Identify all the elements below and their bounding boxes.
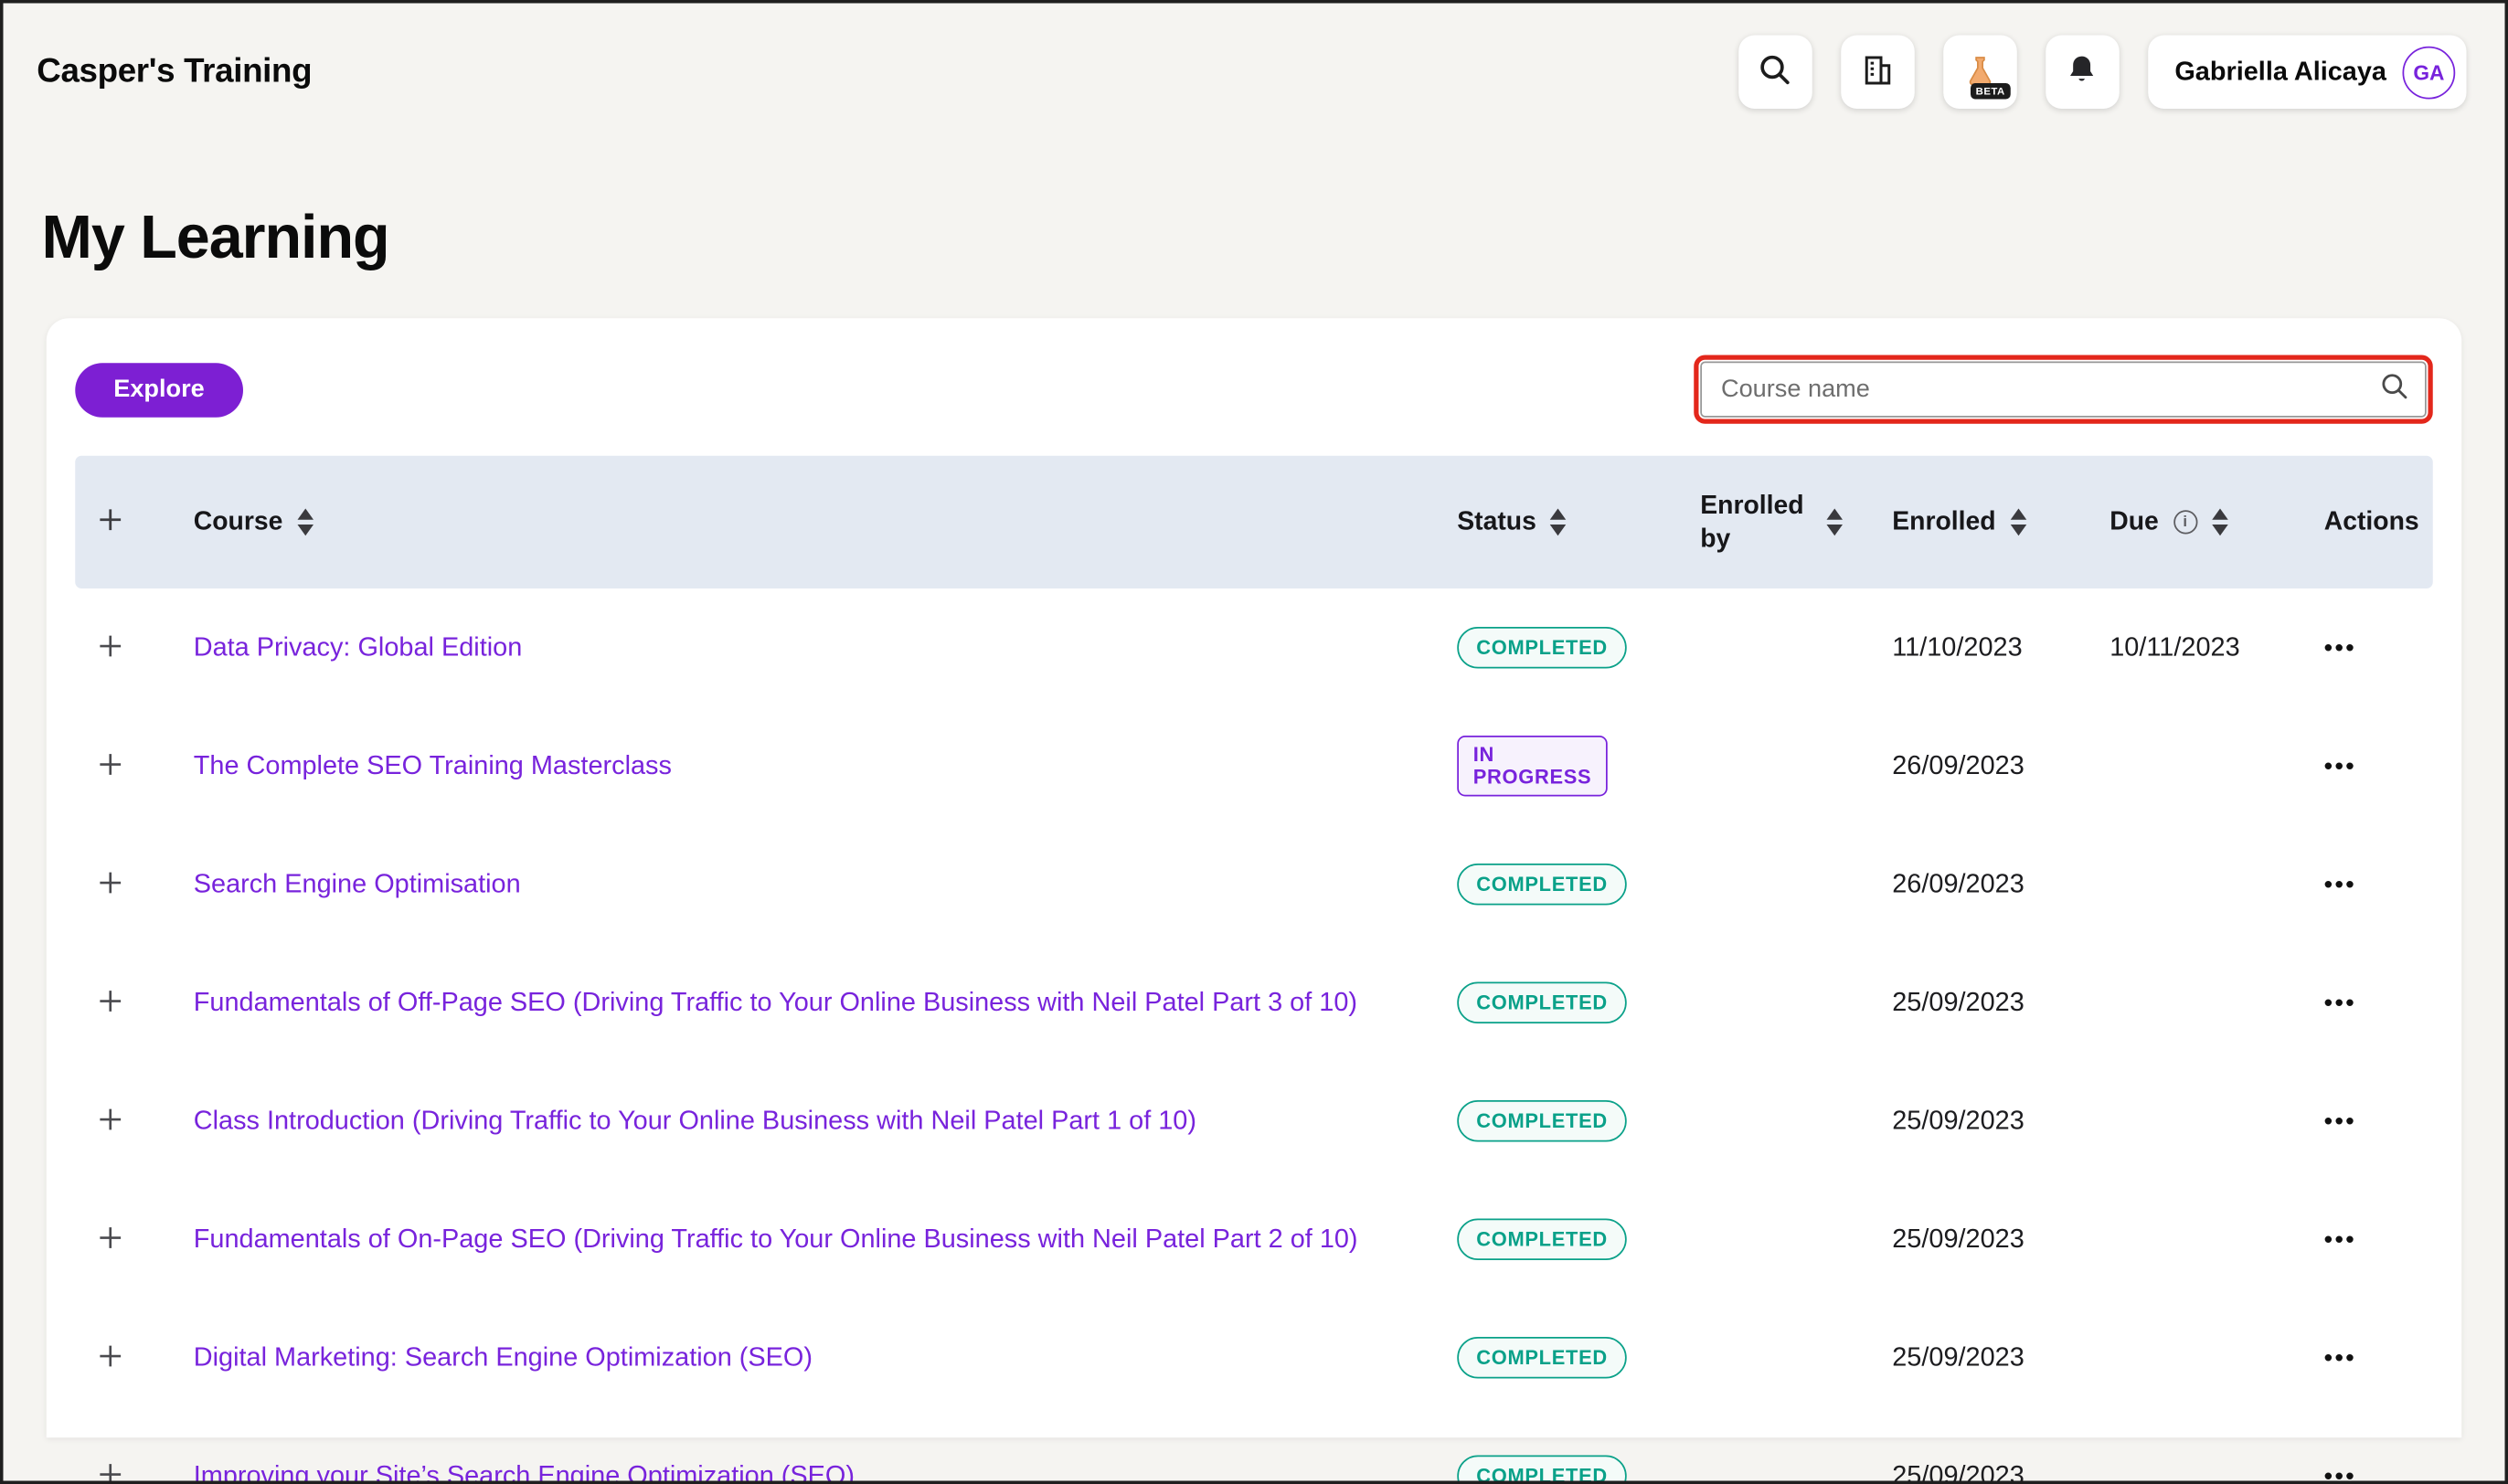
notifications-button[interactable] (2046, 36, 2120, 110)
organization-building-icon (1860, 52, 1896, 92)
row-actions-button[interactable]: ••• (2324, 1108, 2356, 1135)
status-badge: COMPLETED (1457, 864, 1627, 906)
course-link[interactable]: Search Engine Optimisation (194, 869, 521, 898)
table-body: Data Privacy: Global Edition COMPLETED 1… (75, 588, 2433, 1484)
avatar: GA (2403, 46, 2456, 99)
sort-status[interactable] (1551, 509, 1568, 536)
course-link[interactable]: Fundamentals of Off-Page SEO (Driving Tr… (194, 988, 1357, 1017)
expand-row-button[interactable] (94, 747, 126, 784)
course-link[interactable]: Data Privacy: Global Edition (194, 632, 523, 662)
expand-row-button[interactable] (94, 1103, 126, 1140)
column-header-actions: Actions (2324, 507, 2419, 537)
course-link[interactable]: Digital Marketing: Search Engine Optimiz… (194, 1342, 813, 1372)
status-badge: COMPLETED (1457, 627, 1627, 669)
status-badge: COMPLETED (1457, 1337, 1627, 1379)
enrolled-date: 26/09/2023 (1870, 751, 2088, 781)
expand-row-button[interactable] (94, 866, 126, 903)
expand-row-button[interactable] (94, 1340, 126, 1376)
expand-row-button[interactable] (94, 1221, 126, 1257)
topbar-actions: BETA Gabriella Alicaya GA (1709, 36, 2466, 110)
plus-icon (98, 507, 123, 537)
expand-row-button[interactable] (94, 1458, 126, 1484)
row-actions-button[interactable]: ••• (2324, 1225, 2356, 1253)
my-learning-card: Explore Course Sta (47, 318, 2462, 1437)
expand-row-button[interactable] (94, 984, 126, 1021)
column-header-course: Course (194, 507, 283, 537)
course-link[interactable]: Improving your Site’s Search Engine Opti… (194, 1461, 855, 1484)
due-info-icon[interactable]: i (2173, 510, 2197, 534)
table-row: The Complete SEO Training Masterclass IN… (75, 707, 2433, 826)
enrolled-date: 25/09/2023 (1870, 1106, 2088, 1136)
course-search-highlight (1694, 355, 2433, 424)
course-link[interactable]: Class Introduction (Driving Traffic to Y… (194, 1106, 1196, 1135)
card-toolbar: Explore (75, 355, 2433, 424)
search-icon (2380, 371, 2409, 408)
course-link[interactable]: The Complete SEO Training Masterclass (194, 751, 672, 780)
plus-icon (98, 1106, 123, 1136)
sort-due[interactable] (2212, 509, 2228, 536)
table-row: Class Introduction (Driving Traffic to Y… (75, 1062, 2433, 1181)
status-badge: COMPLETED (1457, 1455, 1627, 1484)
beta-badge: BETA (1971, 83, 2010, 100)
organization-button[interactable] (1841, 36, 1915, 110)
sort-enrolled-by[interactable] (1827, 509, 1844, 536)
column-header-enrolled: Enrolled (1892, 507, 1995, 537)
due-date: 10/11/2023 (2088, 632, 2296, 662)
table-row: Search Engine Optimisation COMPLETED 26/… (75, 825, 2433, 944)
search-button[interactable] (1738, 36, 1812, 110)
notifications-bell-icon (2065, 53, 2099, 91)
enrolled-date: 25/09/2023 (1870, 1224, 2088, 1255)
plus-icon (98, 632, 123, 662)
topbar: Casper's Training BETA (4, 4, 2505, 110)
status-badge: IN PROGRESS (1457, 735, 1608, 797)
expand-row-button[interactable] (94, 630, 126, 666)
status-badge: COMPLETED (1457, 1100, 1627, 1142)
enrolled-date: 25/09/2023 (1870, 988, 2088, 1018)
expand-all-button[interactable] (94, 504, 126, 540)
plus-icon (98, 1461, 123, 1484)
table-row: Fundamentals of Off-Page SEO (Driving Tr… (75, 944, 2433, 1063)
explore-button[interactable]: Explore (75, 362, 243, 417)
sort-course[interactable] (297, 509, 314, 536)
course-link[interactable]: Fundamentals of On-Page SEO (Driving Tra… (194, 1224, 1358, 1254)
column-header-due: Due (2109, 507, 2159, 537)
enrolled-date: 25/09/2023 (1870, 1461, 2088, 1484)
enrolled-date: 11/10/2023 (1870, 632, 2088, 662)
row-actions-button[interactable]: ••• (2324, 634, 2356, 662)
row-actions-button[interactable]: ••• (2324, 871, 2356, 898)
row-actions-button[interactable]: ••• (2324, 989, 2356, 1016)
plus-icon (98, 751, 123, 781)
course-search-input[interactable] (1700, 362, 2427, 418)
status-badge: COMPLETED (1457, 1218, 1627, 1260)
plus-icon (98, 869, 123, 899)
column-header-status: Status (1457, 507, 1536, 537)
user-menu[interactable]: Gabriella Alicaya GA (2148, 36, 2467, 110)
sort-enrolled[interactable] (2010, 509, 2026, 536)
labs-beta-button[interactable]: BETA (1943, 36, 2017, 110)
table-row: Fundamentals of On-Page SEO (Driving Tra… (75, 1181, 2433, 1299)
row-actions-button[interactable]: ••• (2324, 1462, 2356, 1484)
plus-icon (98, 988, 123, 1018)
plus-icon (98, 1342, 123, 1373)
plus-icon (98, 1224, 123, 1255)
row-actions-button[interactable]: ••• (2324, 1344, 2356, 1372)
screen: Casper's Training BETA (0, 0, 2508, 1484)
table-row: Improving your Site’s Search Engine Opti… (75, 1417, 2433, 1484)
table-row: Digital Marketing: Search Engine Optimiz… (75, 1298, 2433, 1417)
column-header-enrolled-by: Enrolled by (1700, 490, 1812, 555)
page-title: My Learning (42, 205, 2505, 273)
enrolled-date: 26/09/2023 (1870, 869, 2088, 899)
app-title: Casper's Training (37, 53, 312, 91)
table-row: Data Privacy: Global Edition COMPLETED 1… (75, 588, 2433, 707)
enrolled-date: 25/09/2023 (1870, 1342, 2088, 1373)
user-name: Gabriella Alicaya (2174, 57, 2386, 87)
row-actions-button[interactable]: ••• (2324, 752, 2356, 779)
table-header: Course Status Enrolled by Enrolled Due i (75, 456, 2433, 588)
search-icon (1758, 53, 1791, 91)
status-badge: COMPLETED (1457, 981, 1627, 1023)
